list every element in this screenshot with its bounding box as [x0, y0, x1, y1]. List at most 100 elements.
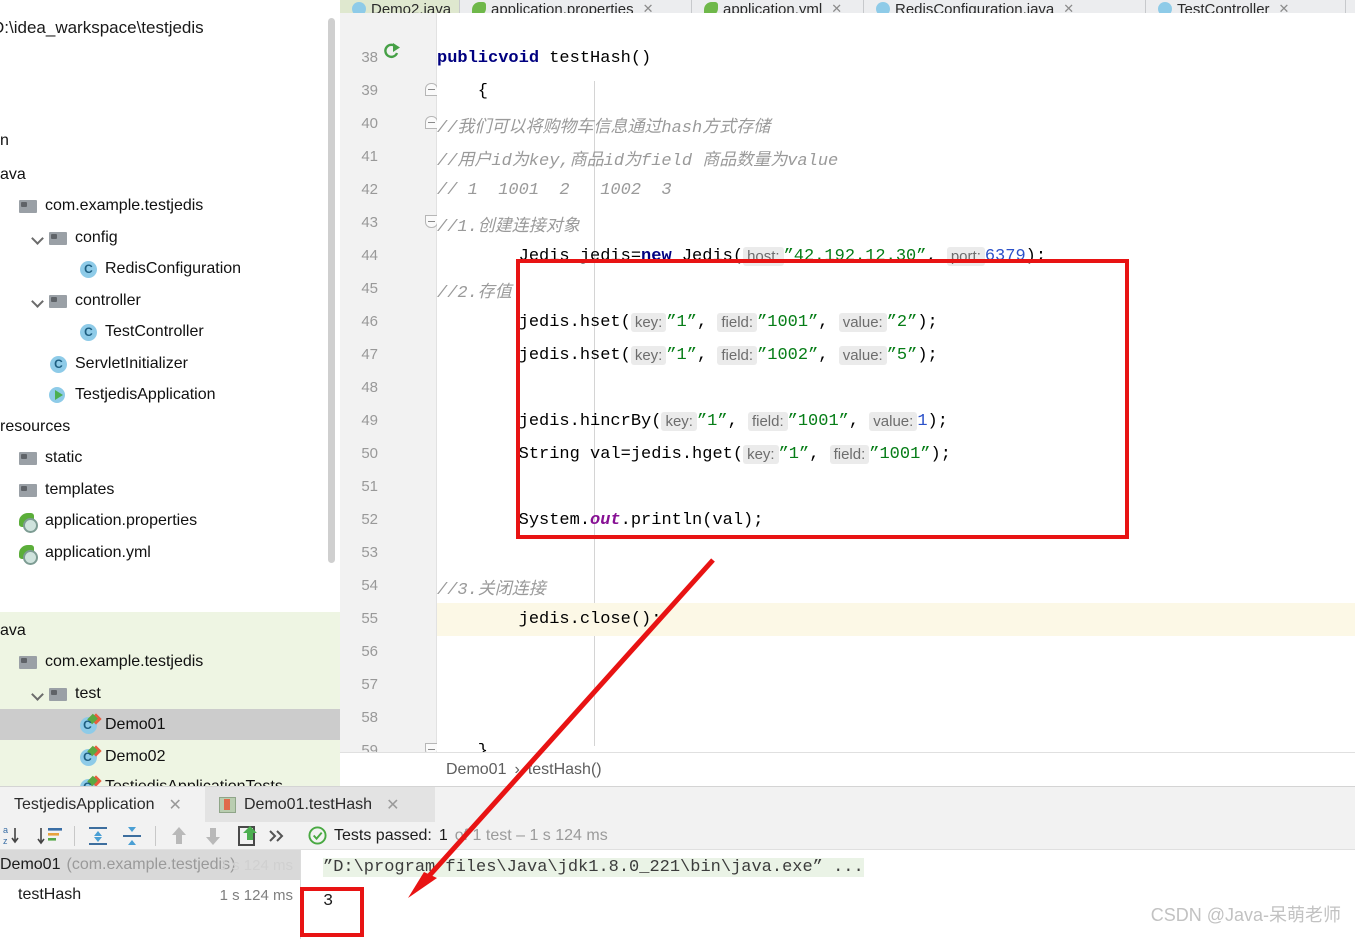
code-line[interactable] [437, 669, 1355, 702]
run-test-gutter-icon[interactable] [382, 41, 402, 61]
editor-gutter[interactable]: 3839404142434445464748495051525354555657… [340, 13, 437, 752]
project-tree-item[interactable]: application.yml [0, 537, 340, 568]
editor-tab[interactable]: Demo2.java✕ [340, 0, 460, 13]
project-tree-item[interactable]: templates [0, 474, 340, 505]
code-line[interactable]: public void testHash() [437, 42, 1355, 75]
code-line[interactable]: String val=jedis.hget(key: ”1”, field: ”… [437, 438, 1355, 471]
editor-tab[interactable]: RedisConfiguration.java✕ [864, 0, 1146, 13]
code-line[interactable] [437, 372, 1355, 405]
project-tree-test-section[interactable]: avacom.example.testjedis test Demo01Demo02… [0, 612, 340, 786]
project-tree-item[interactable]: application.properties [0, 505, 340, 536]
test-results-tree[interactable]: Demo01(com.example.testjedis)1 s 124 mst… [0, 850, 300, 939]
code-line[interactable]: } [437, 735, 1355, 752]
previous-failed-icon[interactable] [162, 823, 196, 849]
export-results-icon[interactable] [230, 823, 264, 849]
project-tree-item[interactable]: com.example.testjedis [0, 646, 340, 677]
project-tree-item[interactable]: TestjedisApplication [0, 379, 340, 410]
run-tab[interactable]: Demo01.testHash✕ [205, 787, 435, 822]
code-line[interactable]: //用户id为key,商品id为field 商品数量为value [437, 141, 1355, 174]
java-class-icon [49, 355, 69, 373]
code-line[interactable]: //1.创建连接对象 [437, 207, 1355, 240]
project-tree-item[interactable]: controller [0, 285, 340, 316]
test-result-duration: 1 s 124 ms [220, 887, 293, 904]
test-result-row[interactable]: testHash 1 s 124 ms [0, 880, 300, 910]
run-tab[interactable]: TestjedisApplication ✕ [0, 787, 205, 822]
close-run-tab-icon[interactable]: ✕ [169, 795, 182, 815]
code-line[interactable]: // 1 1001 2 1002 3 [437, 174, 1355, 207]
tree-indent-spacer [60, 749, 76, 765]
code-line[interactable]: jedis.hset(key: ”1”, field: ”1002”, valu… [437, 339, 1355, 372]
code-line[interactable] [437, 537, 1355, 570]
project-tree-item[interactable]: ava [0, 615, 340, 646]
project-tree-item[interactable]: ava [0, 159, 340, 190]
code-line[interactable]: Jedis jedis=new Jedis(host: ”42.192.12.3… [437, 240, 1355, 273]
breadcrumb[interactable]: Demo01 › testHash() [340, 752, 1355, 786]
code-line[interactable]: //3.关闭连接 [437, 570, 1355, 603]
project-tree-item-label: ServletInitializer [75, 355, 188, 373]
test-result-name: testHash [18, 886, 81, 904]
more-options-icon[interactable] [264, 823, 298, 849]
project-tree-item[interactable]: static [0, 442, 340, 473]
project-tree-item[interactable]: test [0, 678, 340, 709]
spring-config-icon [19, 544, 39, 562]
next-failed-icon[interactable] [196, 823, 230, 849]
project-tree-item[interactable]: Demo01 [0, 709, 340, 740]
spring-application-icon [49, 386, 69, 404]
sort-by-duration-icon[interactable] [34, 823, 68, 849]
project-tree-item[interactable]: Demo02 [0, 741, 340, 772]
project-tree-item[interactable]: TestController [0, 316, 340, 347]
editor-tab-bar[interactable]: Demo2.java✕application.properties✕applic… [340, 0, 1355, 13]
code-line[interactable] [437, 471, 1355, 504]
code-line[interactable]: //我们可以将购物车信息通过hash方式存储 [437, 108, 1355, 141]
close-tab-icon[interactable]: ✕ [643, 1, 654, 13]
close-tab-icon[interactable]: ✕ [1063, 1, 1074, 13]
editor[interactable]: Demo2.java✕application.properties✕applic… [340, 0, 1355, 752]
project-tree-item[interactable]: ServletInitializer [0, 348, 340, 379]
close-tab-icon[interactable]: ✕ [1279, 1, 1290, 13]
code-line[interactable] [437, 702, 1355, 735]
spring-icon [704, 2, 718, 13]
close-tab-icon[interactable]: ✕ [831, 1, 842, 13]
test-result-row[interactable]: Demo01(com.example.testjedis)1 s 124 ms [0, 850, 300, 880]
run-toolbar[interactable]: a z [0, 822, 1355, 850]
line-number: 58 [348, 709, 378, 726]
collapse-all-icon[interactable] [115, 823, 149, 849]
line-number: 43 [348, 214, 378, 231]
code-line[interactable]: { [437, 75, 1355, 108]
code-line[interactable]: jedis.hincrBy(key: ”1”, field: ”1001”, v… [437, 405, 1355, 438]
project-tree-item-label: test [75, 685, 101, 703]
tree-indent-spacer [0, 545, 16, 561]
code-line[interactable] [437, 636, 1355, 669]
project-tree-item[interactable]: resources [0, 411, 340, 442]
chevron-down-icon[interactable] [30, 686, 46, 702]
tests-passed-detail: of 1 test – 1 s 124 ms [455, 827, 608, 845]
line-number: 53 [348, 544, 378, 561]
breadcrumb-class[interactable]: Demo01 [446, 761, 506, 779]
editor-tab[interactable]: application.yml✕ [692, 0, 864, 13]
run-tab-label: TestjedisApplication [14, 796, 155, 814]
editor-tab[interactable]: TestController✕ [1146, 0, 1346, 13]
breadcrumb-method[interactable]: testHash() [528, 761, 602, 779]
project-tree-item[interactable]: TestjedisApplicationTests [0, 771, 340, 786]
line-number: 47 [348, 346, 378, 363]
project-tree-item[interactable]: RedisConfiguration [0, 253, 340, 284]
chevron-down-icon[interactable] [30, 230, 46, 246]
expand-all-icon[interactable] [81, 823, 115, 849]
code-line[interactable]: jedis.hset(key: ”1”, field: ”1001”, valu… [437, 306, 1355, 339]
close-run-tab-icon[interactable]: ✕ [386, 795, 399, 815]
code-content[interactable]: public void testHash() { //我们可以将购物车信息通过h… [437, 13, 1355, 752]
project-tree-item[interactable]: n [0, 125, 340, 156]
code-line[interactable]: jedis.close(); [437, 603, 1355, 636]
project-tree-item[interactable]: com.example.testjedis [0, 190, 340, 221]
code-line[interactable]: //2.存值 [437, 273, 1355, 306]
project-tree-item-label: com.example.testjedis [45, 197, 203, 215]
editor-tab[interactable]: application.properties✕ [460, 0, 692, 13]
project-tree-item-label: config [75, 229, 118, 247]
run-tab-bar[interactable]: TestjedisApplication✕Demo01.testHash✕ [0, 786, 1355, 822]
project-tree-item[interactable]: config [0, 222, 340, 253]
tree-indent-spacer [60, 779, 76, 787]
project-scrollbar[interactable] [328, 18, 335, 563]
sort-alphabetically-icon[interactable]: a z [0, 823, 34, 849]
code-line[interactable]: System.out.println(val); [437, 504, 1355, 537]
chevron-down-icon[interactable] [30, 293, 46, 309]
